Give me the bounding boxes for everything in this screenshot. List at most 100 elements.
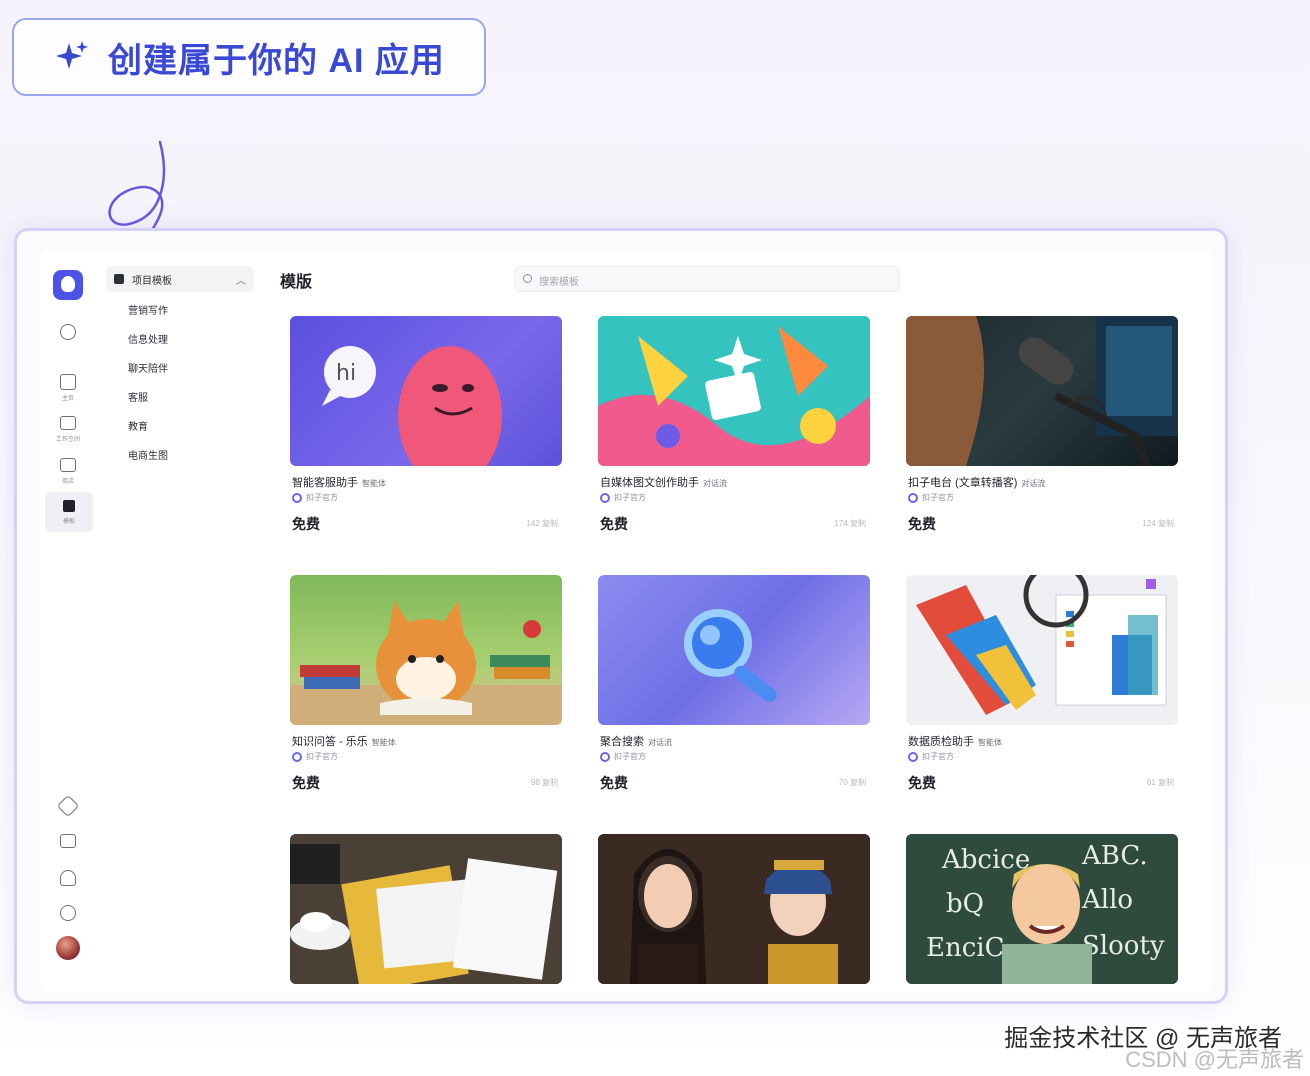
card-name: 自媒体图文创作助手 [600,477,699,489]
store-icon[interactable] [60,458,76,472]
help-icon[interactable] [60,905,76,921]
card-image-portraits [598,834,870,984]
search-input[interactable]: 搜索模板 [514,266,900,292]
svg-text:Allo: Allo [1081,885,1133,915]
left-rail: 主页 工作空间 商店 模板 [40,250,102,992]
headline-text: 创建属于你的 AI 应用 [108,41,445,80]
card-name: 聚合搜索 [600,736,644,748]
card-image-podcast-mic [906,316,1178,466]
card-image-chalkboard-teacher: Abcice ABC. bQ EnciC Allo Slooty [906,834,1178,984]
category-item[interactable]: 信息处理 [128,331,168,346]
watermark-csdn: CSDN @无声旅者 [1125,1047,1304,1072]
template-card[interactable]: 数据质检助手 智能体 扣子官方 免费 61 复制 [898,561,1184,793]
svg-text:Slooty: Slooty [1082,931,1165,961]
template-main: 模版 搜索模板 hi 智能客服助手 智能体 扣子官方 免费 142 复制 自媒体… [268,250,1212,992]
bell-icon[interactable] [60,870,76,886]
card-title: 数据质检助手 智能体 [908,733,1002,749]
card-count: 142 复制 [526,519,558,528]
avatar[interactable] [56,936,80,960]
card-price: 免费 [292,516,320,532]
category-header-label: 项目模板 [132,276,172,287]
link-icon[interactable] [56,794,80,818]
template-icon [63,500,75,512]
card-author-name: 扣子官方 [306,493,338,502]
rail-item-template[interactable]: 模板 [45,492,93,532]
card-price: 免费 [292,775,320,791]
card-title: 聚合搜索 对话流 [600,733,672,749]
card-author: 扣子官方 [292,751,338,762]
sparkle-icon [56,41,88,69]
template-card[interactable]: 知识问答 - 乐乐 智能体 扣子官方 免费 98 复制 [282,561,568,793]
author-icon [600,492,610,503]
card-count: 98 复制 [530,778,558,787]
template-card[interactable]: 扣子电台 (文章转播客) 对话流 扣子官方 免费 124 复制 [898,302,1184,534]
category-item[interactable]: 聊天陪伴 [128,360,168,375]
svg-text:Abcice: Abcice [941,845,1030,875]
card-count: 174 复制 [834,519,866,528]
category-item[interactable]: 教育 [128,418,148,433]
template-card[interactable]: 自媒体图文创作助手 对话流 扣子官方 免费 174 复制 [590,302,876,534]
template-card[interactable]: hi 智能客服助手 智能体 扣子官方 免费 142 复制 [282,302,568,534]
card-tag: 对话流 [648,738,672,747]
category-panel: 项目模板 ︿ 营销写作 信息处理 聊天陪伴 客服 教育 电商生图 [102,250,260,992]
card-author-name: 扣子官方 [614,493,646,502]
card-count: 61 复制 [1146,778,1174,787]
card-name: 知识问答 - 乐乐 [292,736,368,748]
card-price: 免费 [908,775,936,791]
rail-item-workspace-label: 工作空间 [55,437,80,443]
author-icon [600,751,610,762]
card-count: 124 复制 [1142,519,1174,528]
category-header[interactable]: 项目模板 ︿ [106,266,254,292]
card-title: 知识问答 - 乐乐 智能体 [292,733,396,749]
card-title: 智能客服助手 智能体 [292,474,386,490]
template-card[interactable] [590,820,876,992]
folder-icon[interactable] [60,416,76,430]
category-item[interactable]: 客服 [128,389,148,404]
card-author: 扣子官方 [908,492,954,503]
card-author-name: 扣子官方 [922,752,954,761]
card-tag: 对话流 [703,479,727,488]
card-tag: 智能体 [362,479,386,488]
app-logo[interactable] [53,270,83,300]
card-author-name: 扣子官方 [614,752,646,761]
card-title: 自媒体图文创作助手 对话流 [600,474,727,490]
card-title: 扣子电台 (文章转播客) 对话流 [908,474,1045,490]
add-circle-icon[interactable] [60,324,76,340]
card-tag: 对话流 [1021,479,1046,488]
card-image-shiba-reading [290,575,562,725]
template-card[interactable] [282,820,568,992]
card-name: 数据质检助手 [908,736,974,748]
svg-text:EnciC: EnciC [926,933,1005,963]
template-card[interactable]: 聚合搜索 对话流 扣子官方 免费 70 复制 [590,561,876,793]
card-image-magnifier [598,575,870,725]
card-author: 扣子官方 [600,492,646,503]
author-icon [292,751,302,762]
chevron-up-icon: ︿ [236,276,246,287]
card-price: 免费 [600,775,628,791]
card-name: 智能客服助手 [292,477,358,489]
home-icon[interactable] [60,374,76,390]
category-item[interactable]: 营销写作 [128,302,168,317]
rail-item-home-label: 主页 [61,396,74,402]
author-icon [292,492,302,503]
svg-text:bQ: bQ [946,889,984,919]
card-author-name: 扣子官方 [306,752,338,761]
category-item[interactable]: 电商生图 [128,447,168,462]
card-count: 70 复制 [838,778,866,787]
card-tag: 智能体 [978,738,1002,747]
card-image-data-charts [906,575,1178,725]
template-card[interactable]: Abcice ABC. bQ EnciC Allo Slooty [898,820,1184,992]
card-image-creative-explosion [598,316,870,466]
card-price: 免费 [600,516,628,532]
card-author: 扣子官方 [600,751,646,762]
search-icon [523,274,532,283]
card-author: 扣子官方 [292,492,338,503]
card-name: 扣子电台 (文章转播客) [908,477,1018,489]
document-icon[interactable] [60,834,76,848]
grid-icon [114,274,124,284]
svg-text:ABC.: ABC. [1081,841,1148,871]
card-image-documents-desk [290,834,562,984]
card-author: 扣子官方 [908,751,954,762]
author-icon [908,492,918,503]
rail-item-store-label: 商店 [61,479,74,485]
